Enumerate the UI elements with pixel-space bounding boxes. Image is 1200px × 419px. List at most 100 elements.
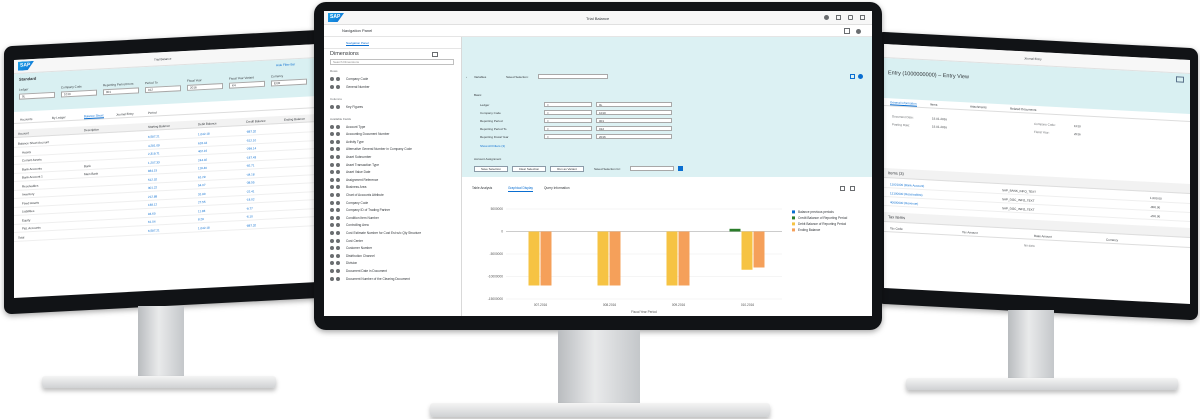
rows-icon[interactable] — [330, 261, 334, 266]
columns-icon[interactable] — [336, 246, 340, 251]
filter-input[interactable]: 1010 — [61, 89, 97, 98]
columns-icon[interactable] — [336, 215, 340, 220]
tab-general-information[interactable]: General Information — [890, 100, 917, 107]
rows-icon[interactable] — [330, 230, 334, 235]
rows-icon[interactable] — [330, 200, 334, 205]
dimension-item[interactable]: Company Code — [330, 199, 368, 206]
columns-icon[interactable] — [336, 162, 340, 167]
dimension-item[interactable]: Company Code — [330, 75, 368, 82]
tab-journal-entry[interactable]: Journal Entry — [116, 112, 134, 117]
rows-icon[interactable] — [330, 162, 334, 167]
columns-icon[interactable] — [336, 238, 340, 243]
tab-items[interactable]: Items — [930, 102, 937, 106]
search-icon[interactable] — [836, 15, 841, 20]
filter-value-input[interactable]: 001 — [596, 118, 672, 123]
filter-operator-select[interactable]: = — [544, 110, 592, 115]
dimension-item[interactable]: Asset Value Date — [330, 169, 370, 176]
tab-graphical-display[interactable]: Graphical Display — [508, 185, 533, 192]
apply-icon[interactable] — [678, 166, 683, 171]
columns-icon[interactable] — [336, 147, 340, 152]
dimension-item[interactable]: Condition Item Number — [330, 214, 379, 221]
rows-icon[interactable] — [330, 147, 334, 152]
tab-period[interactable]: Period — [148, 110, 157, 114]
filter-icon[interactable] — [432, 52, 438, 57]
columns-icon[interactable] — [336, 200, 340, 205]
rows-icon[interactable] — [330, 208, 334, 213]
rows-icon[interactable] — [330, 223, 334, 228]
columns-icon[interactable] — [336, 223, 340, 228]
dimension-item[interactable]: Document Number of the Clearing Document — [330, 275, 410, 282]
rows-icon[interactable] — [330, 215, 334, 220]
rows-icon[interactable] — [330, 177, 334, 182]
columns-icon[interactable] — [336, 84, 340, 89]
filter-value-input[interactable]: 012 — [596, 126, 672, 131]
dimension-item[interactable]: Activity Type — [330, 138, 364, 145]
dimension-item[interactable]: Controlling Area — [330, 222, 369, 229]
dimension-item[interactable]: Company ID of Trading Partner — [330, 207, 390, 214]
columns-icon[interactable] — [336, 104, 340, 109]
close-icon[interactable] — [1176, 76, 1184, 83]
filter-value-input[interactable]: 1010 — [596, 110, 672, 115]
filter-operator-select[interactable]: = — [544, 118, 592, 123]
filter-operator-select[interactable]: = — [544, 102, 592, 107]
filter-input[interactable]: 001 — [103, 87, 139, 96]
dimension-item[interactable]: Chart of Accounts Attribute — [330, 191, 384, 198]
filter-operator-select[interactable]: = — [544, 126, 592, 131]
settings-icon[interactable] — [856, 29, 861, 34]
gl-account-link[interactable]: 11001000 (Bank Account) — [890, 182, 924, 188]
columns-icon[interactable] — [336, 276, 340, 281]
rows-icon[interactable] — [330, 170, 334, 175]
dimension-item[interactable]: Division — [330, 260, 357, 267]
rows-icon[interactable] — [330, 253, 334, 258]
columns-icon[interactable] — [336, 230, 340, 235]
dimension-item[interactable]: Business Area — [330, 184, 366, 191]
dimension-item[interactable]: Asset Transaction Type — [330, 161, 379, 168]
user-icon[interactable] — [824, 15, 829, 20]
filter-operator-select[interactable]: = — [544, 134, 592, 139]
filter-action-button[interactable]: Clear Selection — [512, 166, 546, 172]
show-all-filters-link[interactable]: Show All Filters (3) — [480, 144, 505, 148]
filter-input[interactable]: 012 — [145, 85, 181, 94]
columns-icon[interactable] — [336, 261, 340, 266]
filter-value-input[interactable]: 2016 — [596, 134, 672, 139]
rows-icon[interactable] — [330, 76, 334, 81]
close-icon[interactable] — [860, 15, 865, 20]
dimension-item[interactable]: Key Figures — [330, 103, 363, 110]
columns-icon[interactable] — [336, 139, 340, 144]
filter-action-button[interactable]: Run as Variant — [550, 166, 584, 172]
tab-related-documents[interactable]: Related Documents — [1010, 107, 1036, 112]
rows-icon[interactable] — [330, 84, 334, 89]
columns-icon[interactable] — [336, 76, 340, 81]
filter-action-button[interactable]: Save Selection — [474, 166, 508, 172]
dimension-item[interactable]: Document Date in Document — [330, 267, 387, 274]
filter-input[interactable]: K4 — [229, 80, 265, 89]
dimension-item[interactable]: Cost Estimate Number for Cost Est w/o Qt… — [330, 229, 421, 236]
columns-icon[interactable] — [336, 253, 340, 258]
columns-icon[interactable] — [336, 132, 340, 137]
columns-icon[interactable] — [336, 177, 340, 182]
tab-navigation-panel[interactable]: Navigation Panel — [346, 41, 369, 46]
tab-accounts[interactable]: Accounts — [20, 117, 32, 122]
columns-icon[interactable] — [336, 154, 340, 159]
dimension-item[interactable]: Account Type — [330, 123, 365, 130]
dimension-item[interactable]: Alternative General Number in Company Co… — [330, 146, 412, 153]
columns-icon[interactable] — [336, 268, 340, 273]
gl-account-link[interactable]: 12100000 (Receivables) — [890, 191, 923, 197]
columns-icon[interactable] — [336, 170, 340, 175]
rows-icon[interactable] — [330, 185, 334, 190]
rows-icon[interactable] — [330, 268, 334, 273]
filter-value-input[interactable]: 0L — [596, 102, 672, 107]
rows-icon[interactable] — [330, 139, 334, 144]
chart-settings-icon[interactable] — [840, 186, 845, 191]
share-icon[interactable] — [844, 28, 850, 34]
rows-icon[interactable] — [330, 124, 334, 129]
dimension-item[interactable]: Asset Subnumber — [330, 153, 371, 160]
save-icon[interactable] — [850, 74, 855, 79]
rows-icon[interactable] — [330, 192, 334, 197]
columns-icon[interactable] — [336, 192, 340, 197]
variables-toggle[interactable]: › — [466, 75, 467, 79]
rows-icon[interactable] — [330, 238, 334, 243]
tab-balance-sheet[interactable]: Balance Sheet — [84, 113, 104, 120]
columns-icon[interactable] — [336, 185, 340, 190]
saved-selection-select[interactable] — [538, 74, 608, 79]
